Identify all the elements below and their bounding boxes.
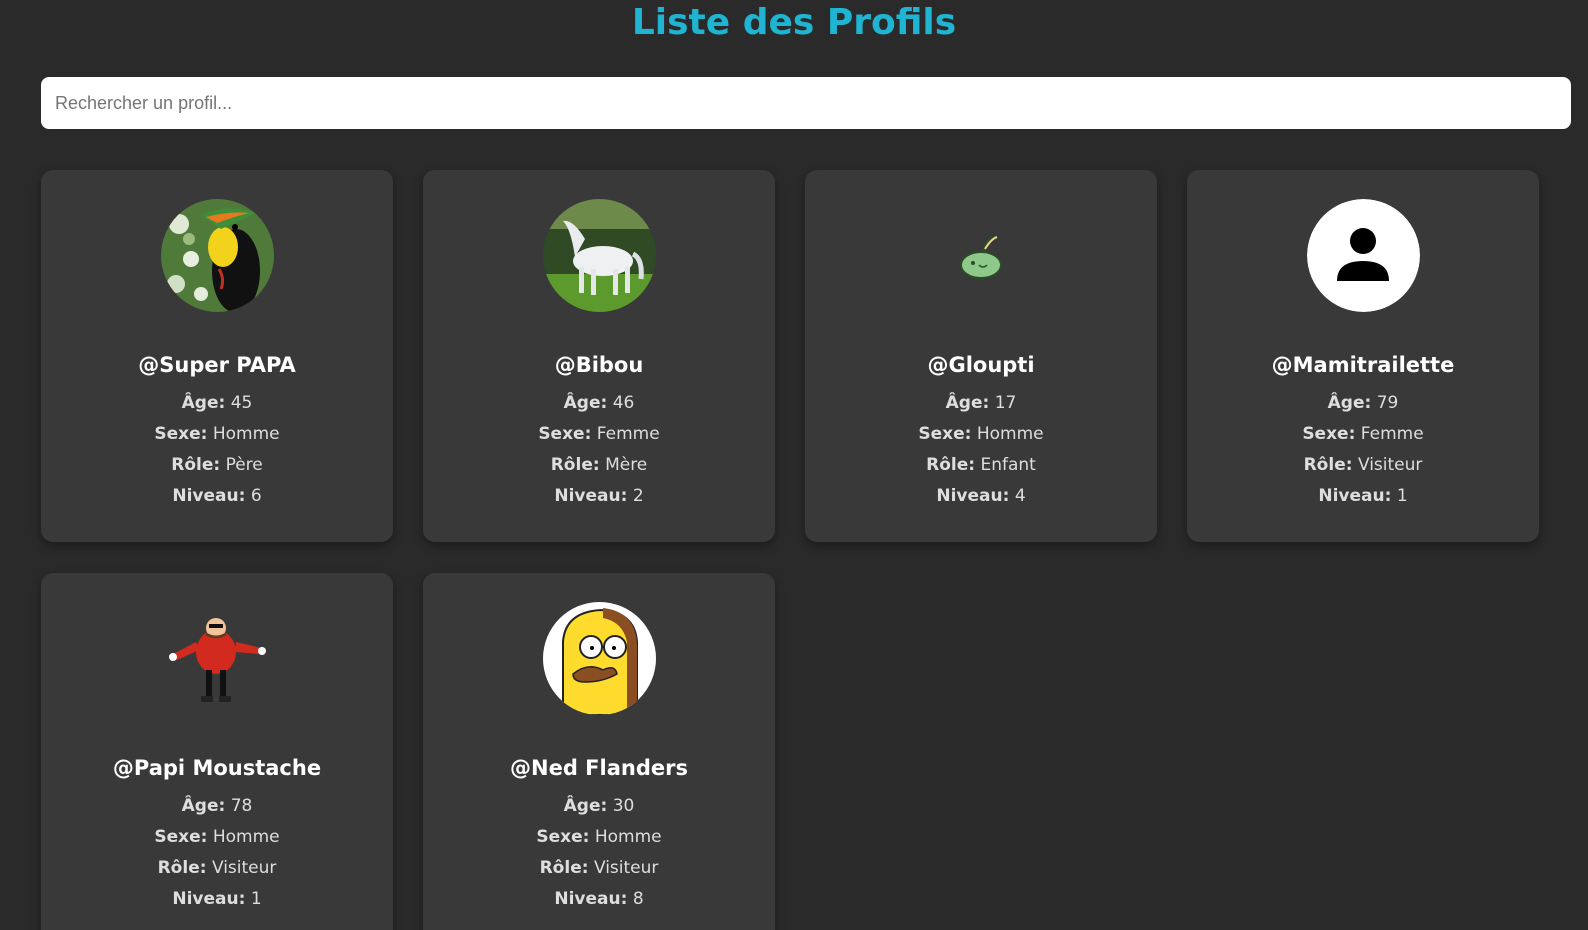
profile-sexe: Sexe: Femme: [1302, 424, 1424, 444]
profile-sexe: Sexe: Femme: [538, 424, 660, 444]
profile-age: Âge: 46: [563, 393, 635, 413]
profile-sexe: Sexe: Homme: [536, 827, 662, 847]
search-input[interactable]: [41, 77, 1571, 129]
profile-card[interactable]: @Ned Flanders Âge: 30 Sexe: Homme Rôle: …: [423, 573, 775, 930]
profile-username: @Mamitrailette: [1271, 353, 1455, 377]
profile-role: Rôle: Enfant: [926, 455, 1036, 475]
profile-role: Rôle: Père: [171, 455, 263, 475]
profile-age: Âge: 79: [1327, 393, 1399, 413]
toucan-avatar: [160, 199, 274, 312]
profile-card[interactable]: @Mamitrailette Âge: 79 Sexe: Femme Rôle:…: [1187, 170, 1539, 542]
profile-username: @Ned Flanders: [510, 756, 688, 780]
profile-card[interactable]: @Papi Moustache Âge: 78 Sexe: Homme Rôle…: [41, 573, 393, 930]
horse-avatar: [542, 199, 656, 312]
profile-age: Âge: 78: [181, 796, 253, 816]
profile-niveau: Niveau: 4: [936, 486, 1026, 506]
profile-card[interactable]: @Bibou Âge: 46 Sexe: Femme Rôle: Mère Ni…: [423, 170, 775, 542]
profile-grid: @Super PAPA Âge: 45 Sexe: Homme Rôle: Pè…: [41, 170, 1541, 930]
ned-flanders-avatar: [542, 602, 656, 715]
profile-role: Rôle: Visiteur: [1303, 455, 1423, 475]
profile-card[interactable]: @Gloupti Âge: 17 Sexe: Homme Rôle: Enfan…: [805, 170, 1157, 542]
profile-niveau: Niveau: 1: [172, 889, 262, 909]
profile-username: @Super PAPA: [138, 353, 296, 377]
profile-niveau: Niveau: 8: [554, 889, 644, 909]
profile-niveau: Niveau: 2: [554, 486, 644, 506]
profile-age: Âge: 30: [563, 796, 635, 816]
profile-sexe: Sexe: Homme: [154, 827, 280, 847]
profile-sexe: Sexe: Homme: [154, 424, 280, 444]
profile-card[interactable]: @Super PAPA Âge: 45 Sexe: Homme Rôle: Pè…: [41, 170, 393, 542]
profile-username: @Gloupti: [927, 353, 1035, 377]
profile-role: Rôle: Visiteur: [157, 858, 277, 878]
profile-username: @Papi Moustache: [112, 756, 322, 780]
eggman-avatar: [160, 602, 274, 715]
green-blob-avatar: [924, 199, 1038, 312]
profile-age: Âge: 17: [945, 393, 1017, 413]
profile-role: Rôle: Visiteur: [539, 858, 659, 878]
profile-sexe: Sexe: Homme: [918, 424, 1044, 444]
profiles-page: Liste des Profils Rechercher un profil..…: [0, 0, 1588, 930]
page-title: Liste des Profils: [631, 2, 957, 43]
user-icon: [1306, 199, 1420, 312]
profile-niveau: Niveau: 6: [172, 486, 262, 506]
profile-username: @Bibou: [554, 353, 644, 377]
profile-age: Âge: 45: [181, 393, 253, 413]
profile-role: Rôle: Mère: [550, 455, 648, 475]
profile-niveau: Niveau: 1: [1318, 486, 1408, 506]
